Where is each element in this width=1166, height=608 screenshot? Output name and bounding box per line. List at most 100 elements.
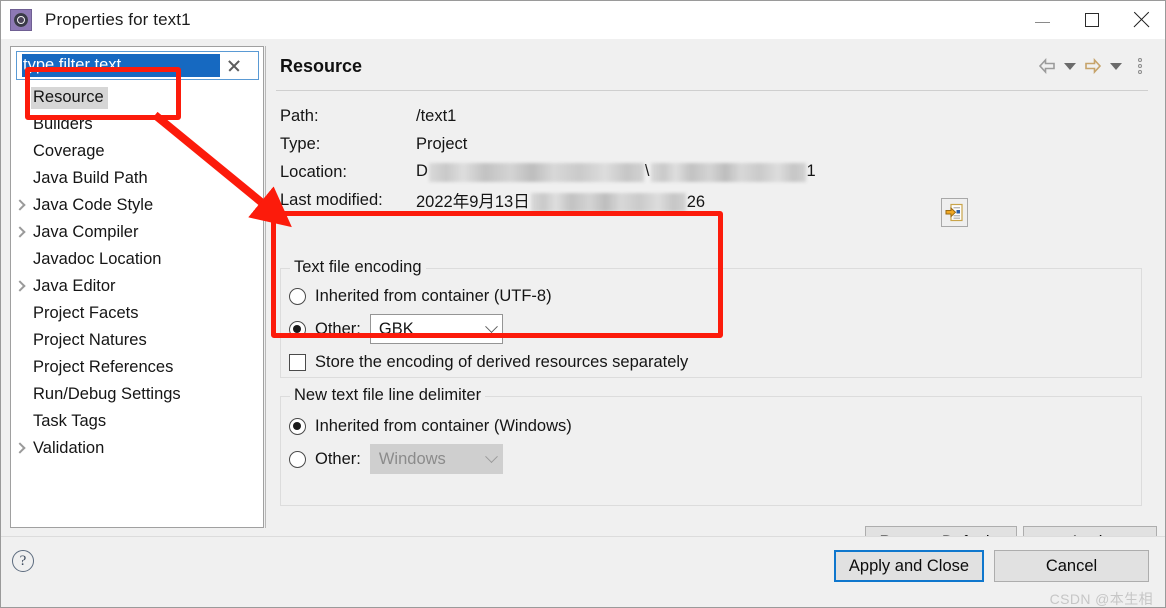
info-row-last-modified: Last modified: 2022年9月13日 26 (280, 186, 980, 214)
tree-item-task-tags[interactable]: Task Tags (11, 408, 263, 435)
info-row-type: Type: Project (280, 130, 980, 158)
apply-and-close-button[interactable]: Apply and Close (834, 550, 984, 582)
filter-row[interactable]: type filter text (16, 51, 259, 80)
tree-item-label: Javadoc Location (33, 249, 162, 268)
clear-filter-icon[interactable] (220, 52, 248, 79)
tree-item-java-compiler[interactable]: Java Compiler (11, 219, 263, 246)
chevron-right-icon[interactable] (12, 225, 28, 241)
radio-icon[interactable] (289, 450, 306, 468)
encoding-select-value: GBK (378, 319, 414, 338)
arrow-right-icon[interactable] (1082, 56, 1104, 76)
settings-tree-pane: type filter text Resource Builders Cover… (10, 46, 264, 528)
tree-item-label: Validation (33, 438, 105, 457)
minimize-icon (1035, 21, 1050, 23)
minimize-button[interactable] (1018, 1, 1067, 39)
info-row-location: Location: D \ 1 (280, 158, 980, 186)
encoding-select[interactable]: GBK (369, 314, 503, 344)
open-resource-button[interactable] (941, 198, 968, 227)
cancel-button[interactable]: Cancel (994, 550, 1149, 582)
tree-item-java-build-path[interactable]: Java Build Path (11, 165, 263, 192)
search-input[interactable]: type filter text (22, 54, 220, 77)
window-controls (1018, 1, 1165, 39)
encoding-other-label: Other: (315, 319, 361, 338)
watermark: CSDN @本生相 (1049, 591, 1153, 607)
tree-item-project-natures[interactable]: Project Natures (11, 327, 263, 354)
path-value: /text1 (416, 106, 457, 125)
vertical-dots-icon[interactable] (1132, 56, 1148, 76)
location-separator: \ (644, 162, 650, 181)
settings-tree[interactable]: Resource Builders Coverage Java Build Pa… (11, 83, 263, 527)
tree-item-label: Project Facets (33, 303, 139, 322)
close-button[interactable] (1116, 1, 1165, 39)
close-icon (1132, 11, 1150, 29)
help-icon[interactable]: ? (12, 550, 34, 572)
window-title: Properties for text1 (45, 10, 191, 29)
checkbox-icon[interactable] (289, 353, 306, 371)
open-resource-icon (945, 203, 963, 222)
radio-icon-selected[interactable] (289, 417, 306, 435)
encoding-inherited-radio-row[interactable]: Inherited from container (UTF-8) (289, 281, 1129, 311)
store-encoding-checkbox-row[interactable]: Store the encoding of derived resources … (289, 347, 1129, 377)
store-encoding-label: Store the encoding of derived resources … (315, 352, 689, 371)
encoding-inherited-label: Inherited from container (UTF-8) (315, 286, 552, 305)
delimiter-inherited-radio-row[interactable]: Inherited from container (Windows) (289, 411, 1129, 441)
resource-info: Path: /text1 Type: Project Location: D \ 1… (280, 102, 980, 214)
tree-item-label: Project Natures (33, 330, 147, 349)
tree-item-label: Coverage (33, 141, 105, 160)
chevron-right-icon (12, 90, 28, 106)
line-delimiter-group: New text file line delimiter Inherited f… (280, 386, 1142, 506)
tree-item-builders[interactable]: Builders (11, 111, 263, 138)
tree-item-coverage[interactable]: Coverage (11, 138, 263, 165)
tree-item-label: Java Compiler (33, 222, 139, 241)
tree-item-project-facets[interactable]: Project Facets (11, 300, 263, 327)
location-suffix: 1 (806, 162, 816, 181)
delimiter-other-label: Other: (315, 449, 361, 468)
dialog-body: type filter text Resource Builders Cover… (1, 39, 1165, 558)
tree-item-label: Java Editor (33, 276, 116, 295)
radio-icon-selected[interactable] (289, 320, 306, 338)
location-label: Location: (280, 162, 347, 181)
tree-item-resource[interactable]: Resource (11, 84, 263, 111)
redacted-path-segment (428, 162, 644, 182)
last-modified-date: 2022年9月13日 (416, 192, 530, 211)
last-modified-suffix: 26 (686, 192, 706, 211)
tree-item-java-code-style[interactable]: Java Code Style (11, 192, 263, 219)
info-row-path: Path: /text1 (280, 102, 980, 130)
encoding-other-radio-row[interactable]: Other: GBK (289, 311, 1129, 347)
tree-item-javadoc-location[interactable]: Javadoc Location (11, 246, 263, 273)
group-legend: Text file encoding (290, 258, 426, 277)
back-history-chevron-down-icon[interactable] (1064, 62, 1076, 70)
last-modified-value: 2022年9月13日 26 (416, 188, 706, 213)
page-nav-toolbar (1036, 56, 1148, 76)
redacted-path-segment (650, 162, 806, 182)
chevron-right-icon[interactable] (12, 279, 28, 295)
maximize-button[interactable] (1067, 1, 1116, 39)
delimiter-other-radio-row[interactable]: Other: Windows (289, 441, 1129, 477)
type-label: Type: (280, 134, 321, 153)
title-bar: Properties for text1 (1, 1, 1165, 39)
tree-item-validation[interactable]: Validation (11, 435, 263, 462)
tree-item-java-editor[interactable]: Java Editor (11, 273, 263, 300)
group-legend: New text file line delimiter (290, 386, 486, 405)
tree-item-run-debug-settings[interactable]: Run/Debug Settings (11, 381, 263, 408)
arrow-left-icon[interactable] (1036, 56, 1058, 76)
radio-icon[interactable] (289, 287, 306, 305)
properties-gear-icon (10, 8, 32, 31)
last-modified-label: Last modified: (280, 190, 383, 209)
redacted-time-segment (530, 193, 686, 213)
tree-item-project-references[interactable]: Project References (11, 354, 263, 381)
chevron-right-icon[interactable] (12, 198, 28, 214)
chevron-right-icon[interactable] (12, 441, 28, 457)
tree-item-label: Java Code Style (33, 195, 154, 214)
delimiter-select-value: Windows (378, 449, 446, 468)
tree-item-label: Builders (33, 114, 93, 133)
page-title: Resource (280, 56, 363, 76)
forward-history-chevron-down-icon[interactable] (1110, 62, 1122, 70)
tree-item-label: Run/Debug Settings (33, 384, 181, 403)
